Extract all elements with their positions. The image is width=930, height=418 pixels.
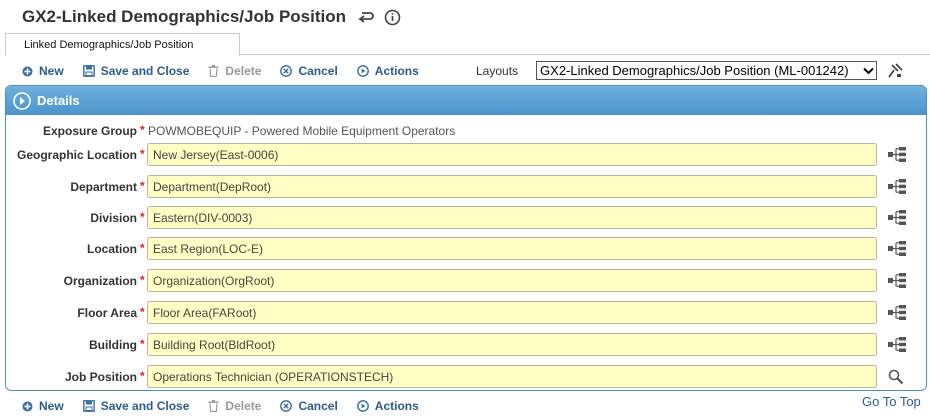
details-panel-title: Details: [37, 93, 80, 108]
details-panel: Details Exposure Group * POWMOBEQUIP - P…: [5, 85, 927, 391]
new-button[interactable]: New: [22, 399, 64, 413]
tab-linked-demographics[interactable]: Linked Demographics/Job Position: [5, 33, 240, 56]
organization-row: Organization * Organization(OrgRoot): [6, 269, 926, 293]
play-circle-icon: [356, 65, 369, 77]
go-to-top-link[interactable]: Go To Top: [862, 394, 921, 409]
layouts-selected-value: GX2-Linked Demographics/Job Position (ML…: [540, 63, 849, 78]
collapse-toggle-icon: [13, 91, 31, 110]
floor-area-field[interactable]: Floor Area(FARoot): [147, 301, 877, 324]
delete-label: Delete: [225, 64, 262, 78]
actions-label: Actions: [374, 399, 419, 413]
location-row: Location * East Region(LOC-E): [6, 237, 926, 261]
cancel-button[interactable]: Cancel: [280, 399, 338, 413]
actions-button[interactable]: Actions: [356, 399, 419, 413]
job-position-row: Job Position * Operations Technician (OP…: [6, 365, 926, 389]
tab-strip: Linked Demographics/Job Position: [5, 33, 930, 56]
organization-field[interactable]: Organization(OrgRoot): [147, 269, 877, 292]
cancel-button[interactable]: Cancel: [280, 64, 338, 78]
required-marker: *: [140, 147, 145, 161]
required-marker: *: [140, 305, 145, 319]
delete-button[interactable]: Delete: [208, 64, 261, 78]
cancel-label: Cancel: [298, 64, 338, 78]
layouts-selector: Layouts GX2-Linked Demographics/Job Posi…: [476, 61, 878, 80]
exposure-group-row: Exposure Group * POWMOBEQUIP - Powered M…: [6, 119, 926, 143]
required-marker: *: [140, 273, 145, 287]
required-marker: *: [140, 210, 145, 224]
building-label: Building: [89, 338, 137, 352]
floor-area-label: Floor Area: [77, 306, 137, 320]
hierarchy-icon[interactable]: [888, 337, 906, 355]
page-header: GX2-Linked Demographics/Job Position: [22, 5, 401, 29]
plus-icon: [22, 66, 33, 76]
chevron-down-icon: [860, 62, 876, 79]
trash-icon: [208, 400, 219, 412]
hierarchy-icon[interactable]: [888, 210, 906, 228]
bottom-toolbar: New Save and Close Delete Cancel Actions: [22, 396, 438, 416]
play-circle-icon: [356, 400, 369, 412]
new-button-label: New: [39, 64, 64, 78]
hierarchy-icon[interactable]: [888, 179, 906, 197]
exposure-group-label: Exposure Group: [42, 124, 137, 138]
building-field[interactable]: Building Root(BldRoot): [147, 333, 877, 356]
required-marker: *: [140, 369, 145, 383]
page-title: GX2-Linked Demographics/Job Position: [22, 7, 346, 26]
organization-label: Organization: [63, 274, 137, 288]
hierarchy-icon[interactable]: [888, 273, 906, 291]
exposure-group-value: POWMOBEQUIP - Powered Mobile Equipment O…: [148, 124, 456, 138]
hierarchy-icon[interactable]: [888, 305, 906, 323]
new-button[interactable]: New: [22, 64, 64, 78]
department-field[interactable]: Department(DepRoot): [147, 175, 877, 198]
department-label: Department: [70, 180, 137, 194]
location-label: Location: [87, 242, 137, 256]
location-field[interactable]: East Region(LOC-E): [147, 237, 877, 260]
new-button-label: New: [39, 399, 64, 413]
info-icon[interactable]: [384, 9, 401, 26]
save-and-close-button[interactable]: Save and Close: [82, 399, 190, 413]
save-icon: [82, 400, 95, 412]
details-panel-header[interactable]: Details: [6, 86, 926, 115]
layouts-dropdown[interactable]: GX2-Linked Demographics/Job Position (ML…: [536, 61, 878, 80]
return-icon[interactable]: [358, 10, 374, 24]
actions-button[interactable]: Actions: [356, 64, 419, 78]
job-position-label: Job Position: [65, 370, 137, 384]
delete-label: Delete: [225, 399, 262, 413]
required-marker: *: [140, 179, 145, 193]
layouts-label: Layouts: [476, 63, 519, 78]
geographic-location-row: Geographic Location * New Jersey(East-00…: [6, 143, 926, 167]
search-icon[interactable]: [888, 369, 904, 388]
cancel-label: Cancel: [298, 399, 338, 413]
job-position-field[interactable]: Operations Technician (OPERATIONSTECH): [147, 365, 877, 388]
geographic-location-field[interactable]: New Jersey(East-0006): [147, 143, 877, 166]
cancel-icon: [280, 400, 293, 412]
division-field[interactable]: Eastern(DIV-0003): [147, 206, 877, 229]
cancel-icon: [280, 65, 293, 77]
required-marker: *: [140, 123, 145, 137]
division-label: Division: [90, 211, 137, 225]
hierarchy-icon[interactable]: [888, 147, 906, 165]
save-and-close-button[interactable]: Save and Close: [82, 64, 190, 78]
department-row: Department * Department(DepRoot): [6, 175, 926, 199]
building-row: Building * Building Root(BldRoot): [6, 333, 926, 357]
save-and-close-label: Save and Close: [100, 64, 190, 78]
required-marker: *: [140, 241, 145, 255]
save-and-close-label: Save and Close: [100, 399, 190, 413]
floor-area-row: Floor Area * Floor Area(FARoot): [6, 301, 926, 325]
save-icon: [82, 65, 95, 77]
delete-button[interactable]: Delete: [208, 399, 261, 413]
pin-icon[interactable]: [887, 63, 903, 82]
division-row: Division * Eastern(DIV-0003): [6, 206, 926, 230]
actions-label: Actions: [374, 64, 419, 78]
hierarchy-icon[interactable]: [888, 241, 906, 259]
geographic-location-label: Geographic Location: [16, 148, 137, 162]
trash-icon: [208, 65, 219, 77]
required-marker: *: [140, 337, 145, 351]
top-toolbar: New Save and Close Delete Cancel Actions: [22, 61, 438, 81]
plus-icon: [22, 401, 33, 411]
